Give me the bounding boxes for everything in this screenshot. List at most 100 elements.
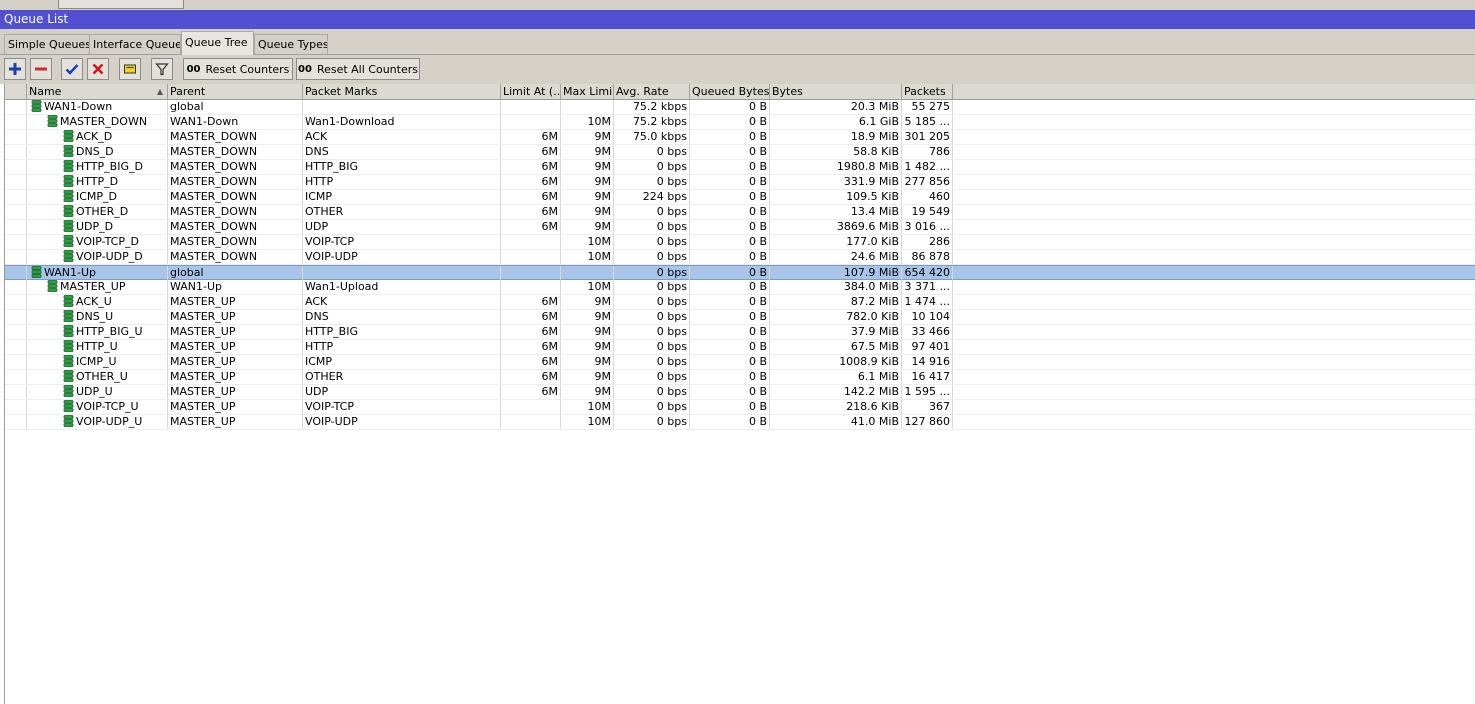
header-avg-rate[interactable]: Avg. Rate [614, 84, 690, 100]
window-tab-stub[interactable] [58, 0, 184, 9]
cell-limit-at: 6M [501, 175, 561, 189]
table-row[interactable]: DNS_U MASTER_UP DNS 6M 9M 0 bps 0 B 782.0 KiB 10… [5, 310, 1475, 325]
table-row[interactable]: HTTP_U MASTER_UP HTTP 6M 9M 0 bps 0 B 67.5 MiB 9… [5, 340, 1475, 355]
table-row[interactable]: VOIP-UDP_D MASTER_DOWN VOIP-UDP 10M 0 bps 0 B… [5, 250, 1475, 265]
cell-limit-at [501, 235, 561, 249]
cell-packets: 3 016 ... [902, 220, 953, 234]
disable-button[interactable] [87, 58, 109, 80]
cell-name: WAN1-Up [27, 266, 168, 280]
table-row[interactable]: ICMP_U MASTER_UP ICMP 6M 9M 0 bps 0 B 1008.9 Ki… [5, 355, 1475, 370]
cell-packets: 1 482 ... [902, 160, 953, 174]
cell-avg-rate: 224 bps [614, 190, 690, 204]
row-gutter [5, 370, 27, 384]
tab-queue-tree[interactable]: Queue Tree [181, 31, 254, 55]
cell-queued-bytes: 0 B [690, 160, 770, 174]
queue-name: WAN1-Up [44, 266, 97, 279]
header-bytes[interactable]: Bytes [770, 84, 902, 100]
cell-queued-bytes: 0 B [690, 235, 770, 249]
cell-bytes: 3869.6 MiB [770, 220, 902, 234]
counter-badge: 00 [298, 63, 312, 75]
queue-name: OTHER_U [76, 370, 128, 383]
cell-parent: MASTER_UP [168, 385, 303, 399]
cell-avg-rate: 0 bps [614, 370, 690, 384]
table-row[interactable]: UDP_U MASTER_UP UDP 6M 9M 0 bps 0 B 142.2 MiB 1 … [5, 385, 1475, 400]
queue-icon [31, 266, 42, 278]
cell-packets: 16 417 [902, 370, 953, 384]
header-parent[interactable]: Parent [168, 84, 303, 100]
table-row[interactable]: DNS_D MASTER_DOWN DNS 6M 9M 0 bps 0 B 58.8 KiB 7… [5, 145, 1475, 160]
reset-all-counters-button[interactable]: 00 Reset All Counters [296, 58, 420, 80]
enable-button[interactable] [61, 58, 83, 80]
queue-name: VOIP-UDP_U [76, 415, 143, 428]
cell-max-limit: 10M [561, 250, 614, 264]
table-row[interactable]: VOIP-TCP_U MASTER_UP VOIP-TCP 10M 0 bps 0 B 21… [5, 400, 1475, 415]
table-row[interactable]: MASTER_DOWN WAN1-Down Wan1-Download 10M 75.2… [5, 115, 1475, 130]
top-window-strip [0, 0, 1475, 10]
cell-packets: 277 856 [902, 175, 953, 189]
cell-packets: 10 104 [902, 310, 953, 324]
header-packets[interactable]: Packets [902, 84, 953, 100]
table-row[interactable]: UDP_D MASTER_DOWN UDP 6M 9M 0 bps 0 B 3869.6 Mi… [5, 220, 1475, 235]
cell-max-limit: 10M [561, 115, 614, 129]
table-row[interactable]: OTHER_D MASTER_DOWN OTHER 6M 9M 0 bps 0 B 13.4 … [5, 205, 1475, 220]
row-gutter [5, 266, 27, 280]
cell-packet-marks: OTHER [303, 370, 501, 384]
cell-queued-bytes: 0 B [690, 220, 770, 234]
queue-icon [63, 355, 74, 367]
header-packet-marks[interactable]: Packet Marks [303, 84, 501, 100]
cell-parent: MASTER_DOWN [168, 175, 303, 189]
counter-badge: 00 [186, 63, 201, 75]
queue-icon [63, 340, 74, 352]
table-row[interactable]: ACK_D MASTER_DOWN ACK 6M 9M 75.0 kbps 0 B 18.9 … [5, 130, 1475, 145]
table-row[interactable]: VOIP-TCP_D MASTER_DOWN VOIP-TCP 10M 0 bps 0 B… [5, 235, 1475, 250]
cell-packets: 1 595 ... [902, 385, 953, 399]
tab-interface-queues[interactable]: Interface Queues [89, 34, 181, 54]
queue-name: HTTP_BIG_U [76, 325, 143, 338]
window-title-bar: Queue List [0, 10, 1475, 29]
table-row[interactable]: HTTP_BIG_D MASTER_DOWN HTTP_BIG 6M 9M 0 bps 0 … [5, 160, 1475, 175]
cell-packet-marks: DNS [303, 145, 501, 159]
table-row[interactable]: HTTP_D MASTER_DOWN HTTP 6M 9M 0 bps 0 B 331.9 M… [5, 175, 1475, 190]
cell-queued-bytes: 0 B [690, 280, 770, 294]
header-name[interactable]: Name ▲ [27, 84, 168, 100]
cell-parent: MASTER_UP [168, 295, 303, 309]
cell-bytes: 1980.8 MiB [770, 160, 902, 174]
cell-bytes: 24.6 MiB [770, 250, 902, 264]
window-title: Queue List [4, 12, 69, 26]
cell-bytes: 37.9 MiB [770, 325, 902, 339]
filter-button[interactable] [151, 58, 173, 80]
table-row[interactable]: ICMP_D MASTER_DOWN ICMP 6M 9M 224 bps 0 B 109.5… [5, 190, 1475, 205]
table-row[interactable]: WAN1-Up global 0 bps 0 B 107.9 MiB 654 420 [5, 265, 1475, 280]
cell-name: ACK_D [27, 130, 168, 144]
comment-button[interactable] [119, 58, 141, 80]
table-row[interactable]: WAN1-Down global 75.2 kbps 0 B 20.3 MiB 55 27… [5, 100, 1475, 115]
queue-name: VOIP-TCP_D [76, 235, 139, 248]
cell-limit-at: 6M [501, 190, 561, 204]
cell-packets: 1 474 ... [902, 295, 953, 309]
table-row[interactable]: ACK_U MASTER_UP ACK 6M 9M 0 bps 0 B 87.2 MiB 1 4… [5, 295, 1475, 310]
remove-button[interactable] [30, 58, 52, 80]
tab-queue-types[interactable]: Queue Types [254, 34, 328, 54]
table-row[interactable]: HTTP_BIG_U MASTER_UP HTTP_BIG 6M 9M 0 bps 0 B3… [5, 325, 1475, 340]
cell-packet-marks: OTHER [303, 205, 501, 219]
header-max-limit[interactable]: Max Limi... [561, 84, 614, 100]
queue-name: VOIP-TCP_U [76, 400, 139, 413]
header-limit-at[interactable]: Limit At (... [501, 84, 561, 100]
reset-counters-button[interactable]: 00 Reset Counters [183, 58, 293, 80]
disable-x-icon [92, 63, 104, 75]
cell-name: MASTER_DOWN [27, 115, 168, 129]
cell-queued-bytes: 0 B [690, 250, 770, 264]
add-button[interactable] [4, 58, 26, 80]
table-row[interactable]: OTHER_U MASTER_UP OTHER 6M 9M 0 bps 0 B 6.1 MiB… [5, 370, 1475, 385]
table-row[interactable]: MASTER_UP WAN1-Up Wan1-Upload 10M 0 bps 0 B 38… [5, 280, 1475, 295]
cell-packet-marks: ICMP [303, 190, 501, 204]
queue-icon [63, 250, 74, 262]
queue-tree-table: Name ▲ Parent Packet Marks Limit At (... … [4, 84, 1475, 704]
tab-simple-queues[interactable]: Simple Queues [4, 34, 90, 54]
cell-packet-marks: HTTP [303, 340, 501, 354]
table-row[interactable]: VOIP-UDP_U MASTER_UP VOIP-UDP 10M 0 bps 0 B 41… [5, 415, 1475, 430]
cell-queued-bytes: 0 B [690, 370, 770, 384]
cell-queued-bytes: 0 B [690, 355, 770, 369]
cell-parent: global [168, 100, 303, 114]
header-queued-bytes[interactable]: Queued Bytes [690, 84, 770, 100]
